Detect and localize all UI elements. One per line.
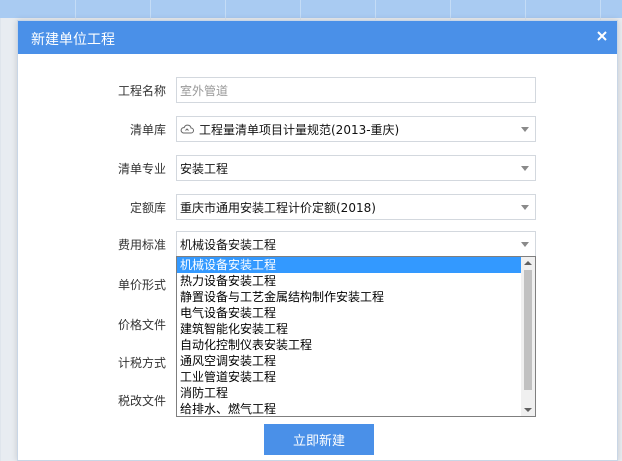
scroll-down-icon[interactable] <box>524 408 532 412</box>
bill-library-row: 清单库 工程量清单项目计量规范(2013-重庆) <box>18 116 617 142</box>
unit-price-form-label: 单价形式 <box>117 278 166 292</box>
header-divider <box>225 0 226 18</box>
dropdown-option[interactable]: 工业管道安装工程 <box>177 369 521 385</box>
quota-library-select[interactable]: 重庆市通用安装工程计价定额(2018) <box>176 194 536 220</box>
tax-reform-file-label: 税改文件 <box>117 394 166 408</box>
header-divider <box>600 0 601 18</box>
project-name-input[interactable]: 室外管道 <box>176 77 536 103</box>
scrollbar-thumb[interactable] <box>524 270 532 390</box>
bill-library-label: 清单库 <box>129 123 166 137</box>
project-name-label: 工程名称 <box>117 84 166 98</box>
bill-specialty-row: 清单专业 安装工程 <box>18 155 617 181</box>
fee-standard-options: 机械设备安装工程 热力设备安装工程 静置设备与工艺金属结构制作安装工程 电气设备安装工… <box>177 257 521 416</box>
fee-standard-dropdown[interactable]: 机械设备安装工程 热力设备安装工程 静置设备与工艺金属结构制作安装工程 电气设备安装工… <box>176 256 536 417</box>
header-divider <box>375 0 376 18</box>
background-header-strip <box>0 0 622 18</box>
bill-specialty-value: 安装工程 <box>180 161 229 176</box>
new-unit-project-dialog: 新建单位工程 工程名称 室外管道 清单库 工程量清单项目计量规范(2013-重庆… <box>17 20 618 461</box>
scroll-up-icon[interactable] <box>524 261 532 265</box>
dropdown-option[interactable]: 电气设备安装工程 <box>177 305 521 321</box>
chevron-down-icon <box>521 242 529 247</box>
create-now-button[interactable]: 立即新建 <box>264 424 374 455</box>
quota-library-value: 重庆市通用安装工程计价定额(2018) <box>180 200 376 215</box>
header-divider <box>150 0 151 18</box>
close-button[interactable] <box>593 27 611 45</box>
chevron-down-icon <box>521 127 529 132</box>
dropdown-option[interactable]: 通风空调安装工程 <box>177 353 521 369</box>
dropdown-option[interactable]: 热力设备安装工程 <box>177 273 521 289</box>
project-name-value: 室外管道 <box>180 83 229 98</box>
header-divider <box>525 0 526 18</box>
quota-library-row: 定额库 重庆市通用安装工程计价定额(2018) <box>18 194 617 220</box>
bill-library-value: 工程量清单项目计量规范(2013-重庆) <box>199 122 400 137</box>
dialog-title: 新建单位工程 <box>31 32 115 48</box>
price-file-label: 价格文件 <box>117 318 166 332</box>
fee-standard-select[interactable]: 机械设备安装工程 <box>176 231 536 257</box>
header-divider <box>300 0 301 18</box>
dropdown-option[interactable]: 机械设备安装工程 <box>177 257 521 273</box>
dropdown-scrollbar[interactable] <box>521 257 535 416</box>
header-divider <box>75 0 76 18</box>
tax-method-label: 计税方式 <box>117 356 166 370</box>
fee-standard-label: 费用标准 <box>117 238 166 252</box>
dialog-titlebar: 新建单位工程 <box>18 21 617 54</box>
dropdown-option[interactable]: 给排水、燃气工程 <box>177 401 521 416</box>
dropdown-option[interactable]: 自动化控制仪表安装工程 <box>177 337 521 353</box>
project-name-row: 工程名称 室外管道 <box>18 77 617 103</box>
fee-standard-value: 机械设备安装工程 <box>180 237 277 252</box>
cloud-icon <box>180 124 194 134</box>
bill-specialty-label: 清单专业 <box>117 162 166 176</box>
close-icon <box>597 31 607 41</box>
bill-library-select[interactable]: 工程量清单项目计量规范(2013-重庆) <box>176 116 536 142</box>
chevron-down-icon <box>521 205 529 210</box>
header-divider <box>450 0 451 18</box>
dropdown-option[interactable]: 静置设备与工艺金属结构制作安装工程 <box>177 289 521 305</box>
fee-standard-row: 费用标准 机械设备安装工程 <box>18 231 617 257</box>
quota-library-label: 定额库 <box>129 201 166 215</box>
chevron-down-icon <box>521 166 529 171</box>
dropdown-option[interactable]: 消防工程 <box>177 385 521 401</box>
dropdown-option[interactable]: 建筑智能化安装工程 <box>177 321 521 337</box>
bill-specialty-select[interactable]: 安装工程 <box>176 155 536 181</box>
